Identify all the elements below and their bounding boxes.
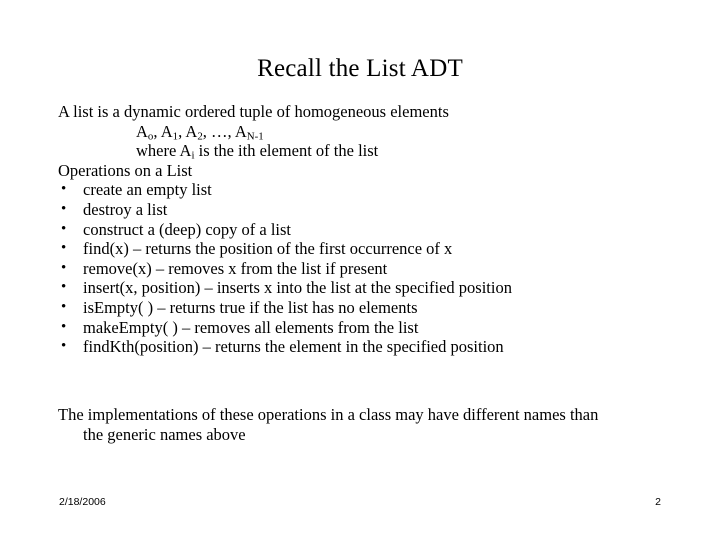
- bullet-icon: •: [61, 298, 67, 315]
- list-item: • create an empty list: [58, 180, 678, 200]
- list-item-label: remove(x) – removes x from the list if p…: [83, 258, 388, 278]
- bullet-icon: •: [61, 200, 67, 217]
- list-item-label: isEmpty( ) – returns true if the list ha…: [83, 297, 418, 317]
- list-item: • construct a (deep) copy of a list: [58, 220, 678, 240]
- sequence-an-subscript: N-1: [246, 129, 264, 142]
- footer-page-number: 2: [655, 496, 661, 508]
- closing-line-1: The implementations of these operations …: [58, 405, 599, 424]
- list-item-label: findKth(position) – returns the element …: [83, 337, 504, 357]
- list-item: • destroy a list: [58, 200, 678, 220]
- list-item: • findKth(position) – returns the elemen…: [58, 337, 678, 357]
- sequence-a2-letter: A: [185, 121, 198, 141]
- closing-line-2: the generic names above: [83, 424, 246, 444]
- sequence-sep-1: ,: [153, 121, 161, 141]
- list-item-label: construct a (deep) copy of a list: [83, 219, 292, 239]
- closing-paragraph: The implementations of these operations …: [58, 405, 688, 444]
- sequence-an-letter: A: [234, 121, 247, 141]
- element-sequence-line: Ao, A1, A2, …, AN-1: [58, 122, 678, 142]
- list-item-label: destroy a list: [83, 199, 168, 219]
- list-item-label: find(x) – returns the position of the fi…: [83, 239, 453, 259]
- list-item: • remove(x) – removes x from the list if…: [58, 259, 678, 279]
- bullet-icon: •: [61, 279, 67, 296]
- bullet-icon: •: [61, 338, 67, 355]
- slide-canvas: Recall the List ADT A list is a dynamic …: [0, 0, 720, 540]
- list-item: • isEmpty( ) – returns true if the list …: [58, 298, 678, 318]
- bullet-icon: •: [61, 318, 67, 335]
- where-clause-line: where Ai is the ith element of the list: [58, 141, 678, 161]
- bullet-icon: •: [61, 181, 67, 198]
- sequence-a1-letter: A: [160, 121, 173, 141]
- page-title: Recall the List ADT: [257, 55, 463, 82]
- footer-date: 2/18/2006: [59, 496, 106, 508]
- sequence-ellipsis: , …,: [202, 121, 235, 141]
- list-item-label: create an empty list: [83, 180, 212, 200]
- definition-line: A list is a dynamic ordered tuple of hom…: [58, 102, 449, 121]
- sequence-a0-letter: A: [136, 121, 148, 141]
- operations-heading: Operations on a List: [58, 160, 193, 180]
- bullet-icon: •: [61, 220, 67, 237]
- where-prefix: where A: [136, 141, 192, 161]
- where-suffix: is the ith element of the list: [194, 141, 379, 161]
- bullet-icon: •: [61, 259, 67, 276]
- list-item: • makeEmpty( ) – removes all elements fr…: [58, 318, 678, 338]
- list-item: • insert(x, position) – inserts x into t…: [58, 278, 678, 298]
- list-item: • find(x) – returns the position of the …: [58, 239, 678, 259]
- bullet-icon: •: [61, 240, 67, 257]
- list-item-label: makeEmpty( ) – removes all elements from…: [83, 317, 419, 337]
- slide-body: A list is a dynamic ordered tuple of hom…: [58, 102, 678, 357]
- list-item-label: insert(x, position) – inserts x into the…: [83, 278, 512, 298]
- operations-list: • create an empty list • destroy a list …: [58, 180, 678, 356]
